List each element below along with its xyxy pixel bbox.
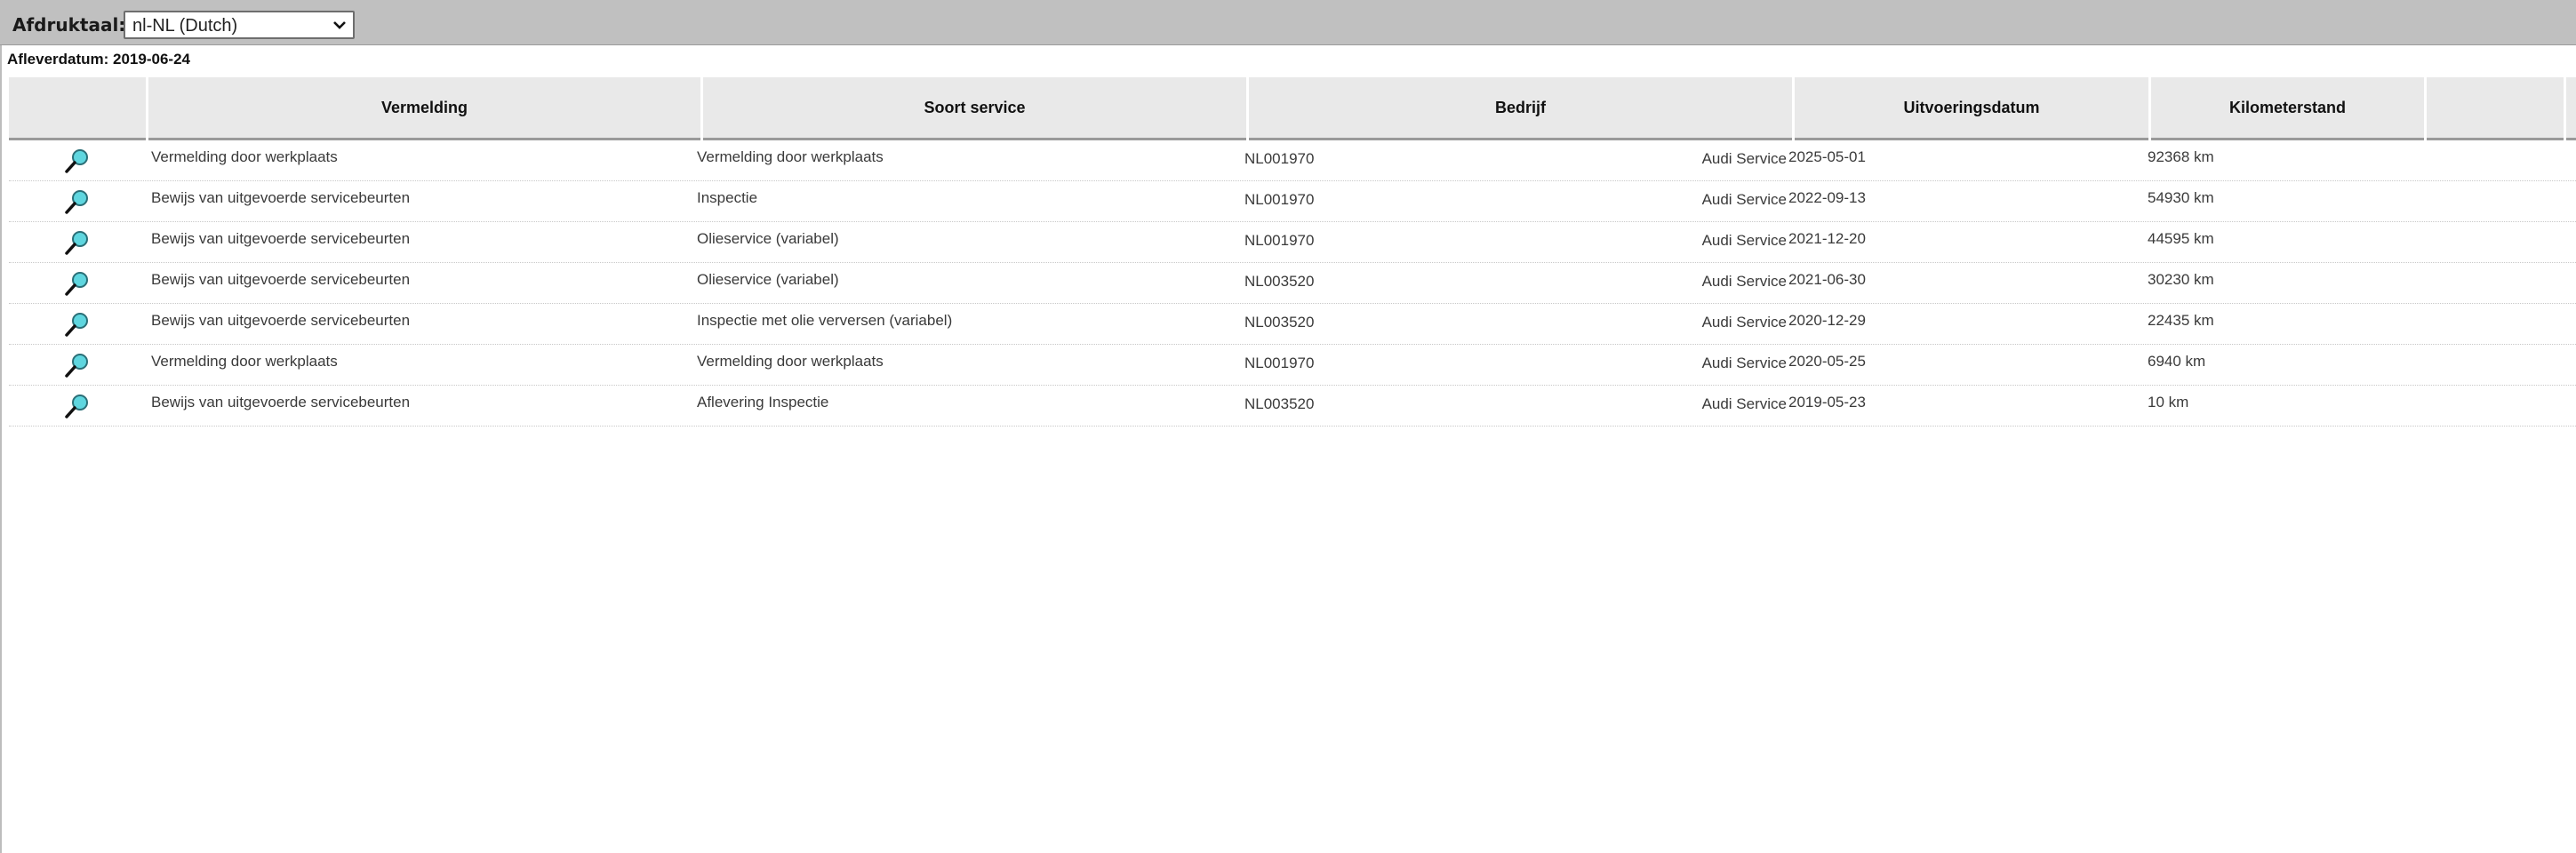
magnifier-icon[interactable]: [64, 147, 91, 174]
cell-vermelding: Bewijs van uitgevoerde servicebeurten: [151, 312, 411, 329]
table-row: Bewijs van uitgevoerde servicebeurten Ol…: [9, 222, 2576, 263]
column-header-extra-2: [2566, 77, 2576, 140]
cell-dealer-code: NL001970: [1244, 150, 1315, 167]
column-header-action: [9, 77, 146, 140]
cell-soort-service: Aflevering Inspectie: [697, 394, 829, 411]
magnifier-icon[interactable]: [64, 352, 91, 379]
cell-dealer-code: NL003520: [1244, 273, 1315, 290]
print-language-label: Afdruktaal:: [12, 14, 126, 36]
cell-soort-service: Inspectie met olie verversen (variabel): [697, 312, 953, 329]
cell-uitvoeringsdatum: 2022-09-13: [1788, 189, 1866, 206]
toolbar: Afdruktaal: nl-NL (Dutch): [0, 0, 2576, 45]
cell-bedrijf: Audi Service: [1701, 355, 1787, 371]
left-frame-border: [0, 0, 2, 853]
cell-dealer-code: NL003520: [1244, 314, 1315, 331]
cell-soort-service: Olieservice (variabel): [697, 230, 839, 247]
cell-vermelding: Bewijs van uitgevoerde servicebeurten: [151, 189, 411, 206]
column-header-soort-service[interactable]: Soort service: [703, 77, 1246, 140]
column-header-uitvoeringsdatum[interactable]: Uitvoeringsdatum: [1795, 77, 2148, 140]
chevron-down-icon: [333, 21, 346, 29]
cell-uitvoeringsdatum: 2020-12-29: [1788, 312, 1866, 329]
magnifier-icon[interactable]: [64, 188, 91, 215]
table-row: Bewijs van uitgevoerde servicebeurten Ol…: [9, 263, 2576, 304]
cell-dealer-code: NL001970: [1244, 355, 1315, 371]
cell-uitvoeringsdatum: 2021-06-30: [1788, 271, 1866, 288]
cell-kilometerstand: 22435 km: [2148, 312, 2214, 329]
table-row: Bewijs van uitgevoerde servicebeurten Af…: [9, 386, 2576, 426]
cell-soort-service: Inspectie: [697, 189, 758, 206]
table-row: Bewijs van uitgevoerde servicebeurten In…: [9, 181, 2576, 222]
cell-dealer-code: NL001970: [1244, 191, 1315, 208]
cell-soort-service: Olieservice (variabel): [697, 271, 839, 288]
cell-vermelding: Vermelding door werkplaats: [151, 148, 338, 165]
cell-vermelding: Bewijs van uitgevoerde servicebeurten: [151, 394, 411, 411]
column-header-bedrijf[interactable]: Bedrijf: [1249, 77, 1792, 140]
magnifier-icon[interactable]: [64, 393, 91, 419]
cell-dealer-code: NL001970: [1244, 232, 1315, 249]
cell-bedrijf: Audi Service: [1701, 395, 1787, 412]
cell-bedrijf: Audi Service: [1701, 191, 1787, 208]
cell-bedrijf: Audi Service: [1701, 273, 1787, 290]
magnifier-icon[interactable]: [64, 229, 91, 256]
cell-vermelding: Bewijs van uitgevoerde servicebeurten: [151, 230, 411, 247]
cell-uitvoeringsdatum: 2025-05-01: [1788, 148, 1866, 165]
column-header-extra-1: [2427, 77, 2564, 140]
cell-kilometerstand: 54930 km: [2148, 189, 2214, 206]
cell-soort-service: Vermelding door werkplaats: [697, 148, 884, 165]
table-row: Bewijs van uitgevoerde servicebeurten In…: [9, 304, 2576, 345]
cell-kilometerstand: 6940 km: [2148, 353, 2206, 370]
table-row: Vermelding door werkplaats Vermelding do…: [9, 345, 2576, 386]
magnifier-icon[interactable]: [64, 311, 91, 338]
delivery-date: Afleverdatum: 2019-06-24: [7, 51, 190, 68]
table-row: Vermelding door werkplaats Vermelding do…: [9, 140, 2576, 181]
cell-kilometerstand: 92368 km: [2148, 148, 2214, 165]
cell-bedrijf: Audi Service: [1701, 232, 1787, 249]
print-language-select[interactable]: nl-NL (Dutch): [124, 11, 355, 39]
cell-vermelding: Bewijs van uitgevoerde servicebeurten: [151, 271, 411, 288]
cell-bedrijf: Audi Service: [1701, 314, 1787, 331]
cell-dealer-code: NL003520: [1244, 395, 1315, 412]
cell-bedrijf: Audi Service: [1701, 150, 1787, 167]
cell-uitvoeringsdatum: 2020-05-25: [1788, 353, 1866, 370]
cell-uitvoeringsdatum: 2019-05-23: [1788, 394, 1866, 411]
cell-kilometerstand: 10 km: [2148, 394, 2189, 411]
magnifier-icon[interactable]: [64, 270, 91, 297]
column-header-vermelding[interactable]: Vermelding: [148, 77, 700, 140]
cell-kilometerstand: 30230 km: [2148, 271, 2214, 288]
cell-vermelding: Vermelding door werkplaats: [151, 353, 338, 370]
column-header-kilometerstand[interactable]: Kilometerstand: [2151, 77, 2424, 140]
print-language-value: nl-NL (Dutch): [132, 16, 238, 36]
cell-uitvoeringsdatum: 2021-12-20: [1788, 230, 1866, 247]
cell-kilometerstand: 44595 km: [2148, 230, 2214, 247]
cell-soort-service: Vermelding door werkplaats: [697, 353, 884, 370]
